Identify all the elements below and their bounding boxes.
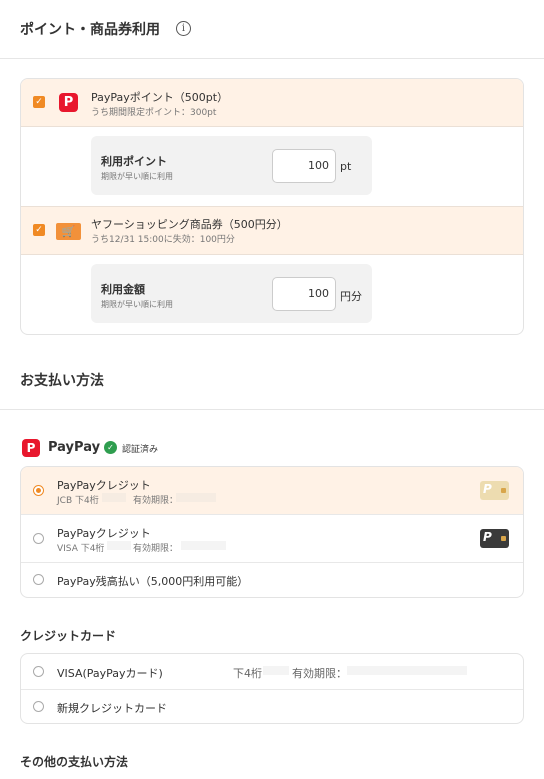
coupon-checkbox[interactable]: ✓ bbox=[33, 224, 45, 236]
paypay-balance-title: PayPay残高払い（5,000円利用可能） bbox=[57, 575, 249, 588]
paypay-card-black-icon: P bbox=[480, 529, 509, 548]
payment-section-title: お支払い方法 bbox=[20, 373, 104, 389]
point-usage-sub: 期限が早い順に利用 bbox=[101, 172, 173, 181]
paypay-brand-label: PayPay bbox=[48, 440, 101, 455]
points-section-title: ポイント・商品券利用 bbox=[20, 22, 160, 38]
divider bbox=[21, 562, 523, 563]
paypay-point-sub: うち期間限定ポイント：300pt bbox=[91, 108, 217, 118]
paypay-point-checkbox[interactable]: ✓ bbox=[33, 96, 45, 108]
divider bbox=[0, 409, 544, 410]
visa-paypay-card-title: VISA(PayPayカード) bbox=[57, 667, 163, 680]
paypay-logo-icon: P bbox=[22, 439, 40, 457]
divider bbox=[0, 58, 544, 59]
new-credit-card-radio[interactable] bbox=[33, 701, 44, 712]
paypay-point-title: PayPayポイント（500pt） bbox=[91, 91, 229, 104]
paypay-methods-box: PayPayクレジット JCB 下4桁 有効期限： P PayPayクレジット … bbox=[20, 466, 524, 598]
paypay-logo-icon: P bbox=[59, 93, 78, 112]
paypay-credit-jcb-last4: JCB 下4桁 bbox=[57, 496, 99, 506]
points-box: ✓ P PayPayポイント（500pt） うち期間限定ポイント：300pt 利… bbox=[20, 78, 524, 335]
masked-expiry bbox=[176, 493, 216, 502]
other-payment-section-title: その他の支払い方法 bbox=[20, 755, 129, 769]
divider bbox=[21, 514, 523, 515]
paypay-credit-jcb-expiry-label: 有効期限： bbox=[133, 496, 179, 506]
paypay-credit-jcb-radio[interactable] bbox=[33, 485, 44, 496]
shopping-cart-icon: 🛒 bbox=[56, 223, 81, 240]
divider bbox=[21, 206, 523, 207]
divider bbox=[21, 126, 523, 127]
coupon-usage-label: 利用金額 bbox=[101, 283, 145, 296]
visa-paypay-card-radio[interactable] bbox=[33, 666, 44, 677]
masked-number bbox=[107, 541, 131, 550]
credit-section-title: クレジットカード bbox=[20, 629, 117, 643]
paypay-credit-visa-expiry-label: 有効期限： bbox=[133, 544, 179, 554]
visa-last4-label: 下4桁 bbox=[233, 667, 262, 680]
paypay-card-gold-icon: P bbox=[480, 481, 509, 500]
masked-number bbox=[102, 493, 126, 502]
paypay-credit-jcb-title: PayPayクレジット bbox=[57, 479, 151, 492]
visa-expiry-label: 有効期限： bbox=[292, 667, 347, 680]
coupon-amount-input[interactable]: 100 bbox=[272, 277, 336, 311]
point-amount-input[interactable]: 100 bbox=[272, 149, 336, 183]
point-unit: pt bbox=[340, 160, 352, 173]
coupon-title: ヤフーショッピング商品券（500円分） bbox=[91, 218, 288, 231]
verified-check-icon: ✓ bbox=[104, 441, 117, 454]
point-usage-label: 利用ポイント bbox=[101, 155, 167, 168]
info-icon[interactable]: i bbox=[176, 21, 191, 36]
coupon-unit: 円分 bbox=[340, 290, 362, 303]
point-usage-panel: 利用ポイント 期限が早い順に利用 100 pt bbox=[91, 136, 372, 195]
divider bbox=[21, 254, 523, 255]
verified-label: 認証済み bbox=[122, 445, 159, 455]
paypay-credit-visa-last4: VISA 下4桁 bbox=[57, 544, 105, 554]
masked-number bbox=[263, 666, 289, 675]
paypay-credit-visa-title: PayPayクレジット bbox=[57, 527, 151, 540]
new-credit-card-title: 新規クレジットカード bbox=[57, 702, 167, 715]
masked-expiry bbox=[347, 666, 467, 675]
paypay-credit-visa-radio[interactable] bbox=[33, 533, 44, 544]
coupon-usage-sub: 期限が早い順に利用 bbox=[101, 300, 173, 309]
coupon-usage-panel: 利用金額 期限が早い順に利用 100 円分 bbox=[91, 264, 372, 323]
paypay-balance-radio[interactable] bbox=[33, 574, 44, 585]
coupon-sub: うち12/31 15:00に失効：100円分 bbox=[91, 235, 235, 245]
divider bbox=[21, 689, 523, 690]
masked-expiry bbox=[181, 541, 226, 550]
credit-cards-box: VISA(PayPayカード) 下4桁 有効期限： 新規クレジットカード bbox=[20, 653, 524, 724]
